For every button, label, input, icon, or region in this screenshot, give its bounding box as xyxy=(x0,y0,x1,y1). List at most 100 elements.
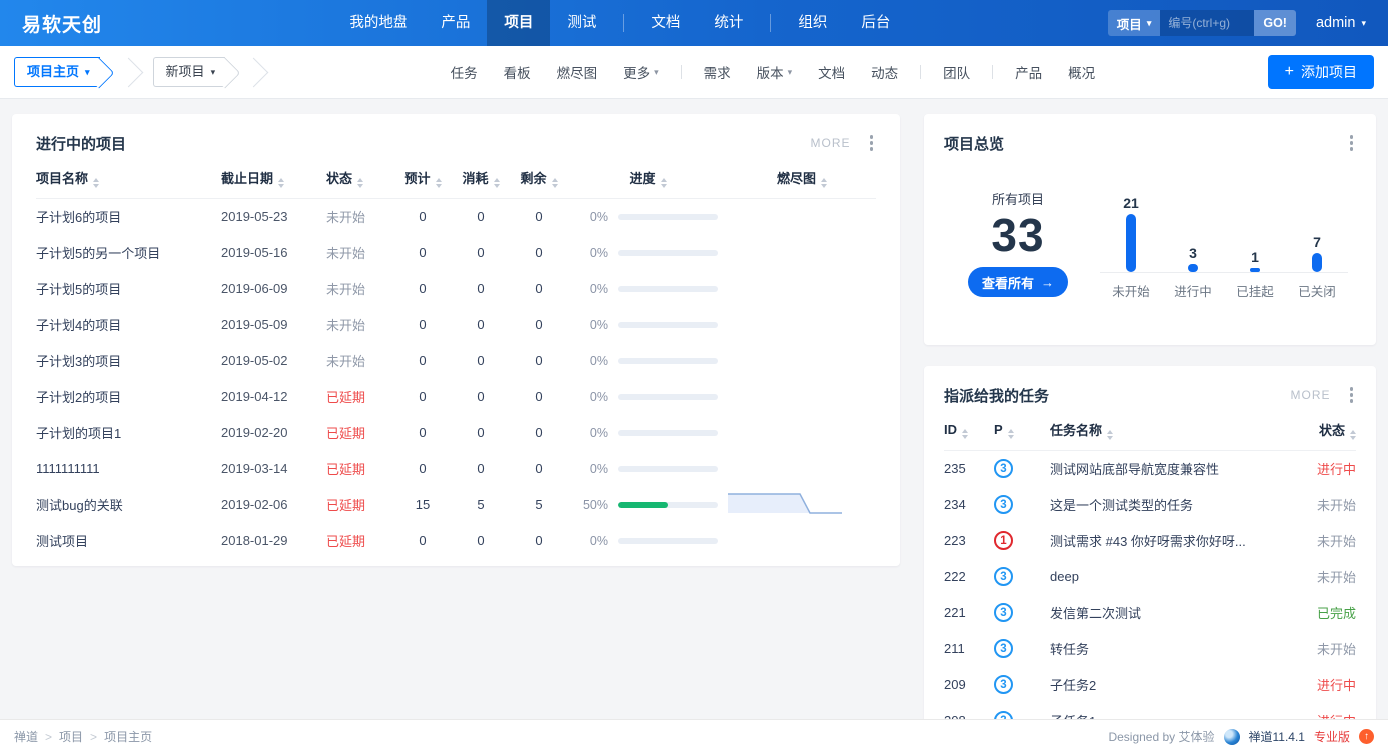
subnav-item-产品[interactable]: 产品 xyxy=(1002,62,1055,82)
column-header-消耗[interactable]: 消耗 xyxy=(452,159,510,199)
project-name-link[interactable]: 子计划6的项目 xyxy=(36,210,121,225)
project-estimate: 0 xyxy=(394,451,452,487)
ongoing-projects-more-link[interactable]: MORE xyxy=(811,136,851,150)
subnav-item-更多[interactable]: 更多▾ xyxy=(610,62,672,82)
task-row: 2353测试网站底部导航宽度兼容性进行中 xyxy=(944,451,1356,487)
project-name-link[interactable]: 1111111111 xyxy=(36,461,100,476)
footer-breadcrumb-item-项目主页[interactable]: 项目主页 xyxy=(104,728,152,745)
column-header-剩余[interactable]: 剩余 xyxy=(510,159,568,199)
project-name-link[interactable]: 测试bug的关联 xyxy=(36,498,123,513)
topnav-item-我的地盘[interactable]: 我的地盘 xyxy=(332,0,424,46)
task-name-link[interactable]: 发信第二次测试 xyxy=(1050,606,1141,621)
kebab-menu-icon[interactable] xyxy=(1347,384,1357,406)
task-name-link[interactable]: 这是一个测试类型的任务 xyxy=(1050,498,1193,513)
add-project-label: 添加项目 xyxy=(1301,62,1357,82)
footer-breadcrumb-item-禅道[interactable]: 禅道 xyxy=(14,728,38,745)
bar-value: 21 xyxy=(1123,195,1139,211)
bar[interactable] xyxy=(1126,214,1136,272)
subnav-item-团队[interactable]: 团队 xyxy=(930,62,983,82)
bar-label: 进行中 xyxy=(1162,281,1224,300)
breadcrumb-chevron-icon xyxy=(239,57,269,87)
subnav-item-文档[interactable]: 文档 xyxy=(805,62,858,82)
zentao-logo-icon xyxy=(1224,729,1240,745)
task-status: 进行中 xyxy=(1284,451,1356,487)
brand-logo[interactable]: 易软天创 xyxy=(22,10,102,37)
search-scope-select[interactable]: 项目 ▾ xyxy=(1108,10,1161,36)
task-name-link[interactable]: 转任务 xyxy=(1050,642,1089,657)
column-header-项目名称[interactable]: 项目名称 xyxy=(36,159,221,199)
column-header-状态[interactable]: 状态 xyxy=(1284,411,1356,451)
task-row: 2343这是一个测试类型的任务未开始 xyxy=(944,487,1356,523)
breadcrumb-button-新项目[interactable]: 新项目▾ xyxy=(153,57,226,87)
topnav-item-统计[interactable]: 统计 xyxy=(697,0,760,46)
edition-label[interactable]: 专业版 xyxy=(1314,728,1350,745)
my-tasks-more-link[interactable]: MORE xyxy=(1291,388,1331,402)
upgrade-arrow-icon[interactable]: ↑ xyxy=(1359,729,1374,744)
project-status: 未开始 xyxy=(326,271,394,307)
breadcrumb-button-项目主页[interactable]: 项目主页▾ xyxy=(14,57,100,87)
task-name-link[interactable]: 测试网站底部导航宽度兼容性 xyxy=(1050,462,1219,477)
project-name-link[interactable]: 子计划5的项目 xyxy=(36,282,121,297)
bar[interactable] xyxy=(1188,264,1198,272)
project-name-link[interactable]: 子计划3的项目 xyxy=(36,354,121,369)
column-header-燃尽图[interactable]: 燃尽图 xyxy=(728,159,876,199)
subnav-item-看板[interactable]: 看板 xyxy=(491,62,544,82)
task-name-link[interactable]: 子任务2 xyxy=(1050,678,1096,693)
task-priority-cell: 3 xyxy=(994,667,1050,703)
user-menu[interactable]: admin ▾ xyxy=(1316,15,1366,31)
bar[interactable] xyxy=(1312,253,1322,272)
sort-icon xyxy=(357,178,363,188)
column-header-P[interactable]: P xyxy=(994,411,1050,451)
project-name-link[interactable]: 子计划5的另一个项目 xyxy=(36,246,160,261)
nav-divider xyxy=(992,65,993,79)
subnav-item-概况[interactable]: 概况 xyxy=(1055,62,1108,82)
project-name-link[interactable]: 子计划的项目1 xyxy=(36,426,121,441)
subnav-item-燃尽图[interactable]: 燃尽图 xyxy=(544,62,611,82)
column-header-任务名称[interactable]: 任务名称 xyxy=(1050,411,1284,451)
topnav-item-项目[interactable]: 项目 xyxy=(487,0,550,46)
subnav-item-需求[interactable]: 需求 xyxy=(691,62,744,82)
bar[interactable] xyxy=(1250,268,1260,272)
subnav-item-任务[interactable]: 任务 xyxy=(438,62,491,82)
project-name-cell: 子计划4的项目 xyxy=(36,307,221,343)
search-go-button[interactable]: GO! xyxy=(1254,10,1296,36)
task-status: 进行中 xyxy=(1284,667,1356,703)
kebab-menu-icon[interactable] xyxy=(867,132,877,154)
project-name-link[interactable]: 测试项目 xyxy=(36,534,88,549)
view-all-button[interactable]: 查看所有 → xyxy=(968,267,1068,297)
topnav-item-后台[interactable]: 后台 xyxy=(844,0,907,46)
task-row: 2231测试需求 #43 你好呀需求你好呀...未开始 xyxy=(944,523,1356,559)
topnav-item-文档[interactable]: 文档 xyxy=(634,0,697,46)
topnav-item-组织[interactable]: 组织 xyxy=(781,0,844,46)
project-progress-cell: 0% xyxy=(568,271,728,307)
topnav-item-测试[interactable]: 测试 xyxy=(550,0,613,46)
progress-percent: 0% xyxy=(568,318,608,332)
column-header-ID[interactable]: ID xyxy=(944,411,994,451)
task-name-link[interactable]: 测试需求 #43 你好呀需求你好呀... xyxy=(1050,534,1246,549)
sort-icon xyxy=(821,178,827,188)
task-name-link[interactable]: deep xyxy=(1050,569,1079,584)
sort-icon xyxy=(1350,430,1356,440)
designed-by-label: Designed by 艾体验 xyxy=(1108,728,1214,745)
progress-bar xyxy=(618,250,718,256)
project-name-link[interactable]: 子计划2的项目 xyxy=(36,390,121,405)
topnav-item-产品[interactable]: 产品 xyxy=(424,0,487,46)
breadcrumb-chevron-icon xyxy=(113,57,143,87)
footer-breadcrumb-item-项目[interactable]: 项目 xyxy=(59,728,83,745)
project-burndown-cell xyxy=(728,487,876,523)
column-header-状态[interactable]: 状态 xyxy=(326,159,394,199)
kebab-menu-icon[interactable] xyxy=(1347,132,1357,154)
subnav-item-版本[interactable]: 版本▾ xyxy=(744,62,806,82)
search-input[interactable] xyxy=(1160,10,1254,36)
add-project-button[interactable]: + 添加项目 xyxy=(1268,55,1374,89)
nav-divider xyxy=(681,65,682,79)
project-burndown-cell xyxy=(728,343,876,379)
project-name-link[interactable]: 子计划4的项目 xyxy=(36,318,121,333)
project-left: 0 xyxy=(510,235,568,271)
column-header-预计[interactable]: 预计 xyxy=(394,159,452,199)
project-progress-cell: 0% xyxy=(568,199,728,235)
subnav-item-动态[interactable]: 动态 xyxy=(858,62,911,82)
column-header-进度[interactable]: 进度 xyxy=(568,159,728,199)
column-header-截止日期[interactable]: 截止日期 xyxy=(221,159,326,199)
project-burndown-cell xyxy=(728,307,876,343)
